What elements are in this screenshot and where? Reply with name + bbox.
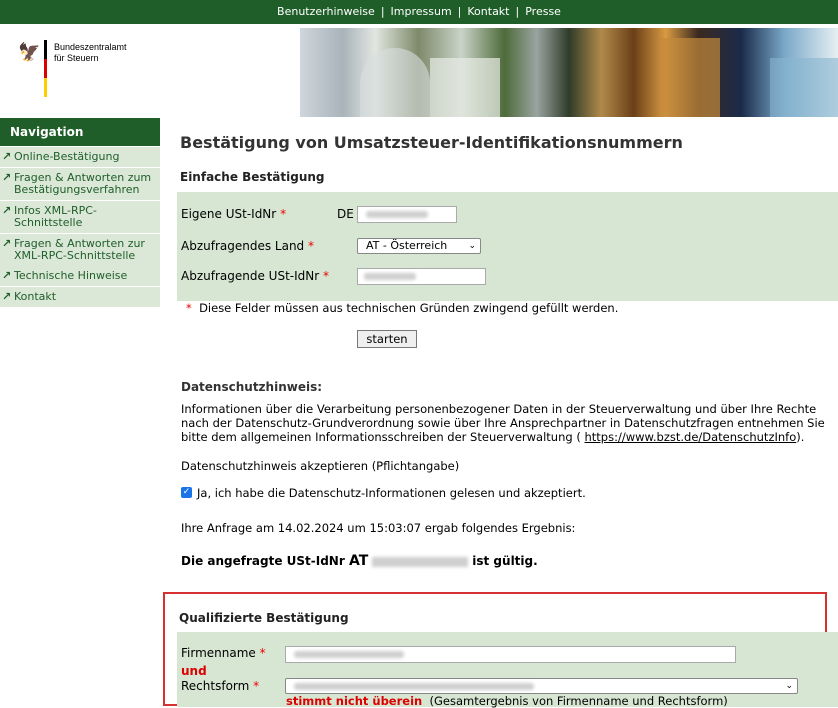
nav-item-technische-hinweise[interactable]: ↗ Technische Hinweise — [0, 266, 160, 287]
own-vat-prefix: DE — [337, 207, 354, 221]
arrow-icon: ↗ — [2, 290, 12, 303]
nav-item-faq-verfahren[interactable]: ↗ Fragen & Antworten zum Bestätigungsverfa… — [0, 168, 160, 201]
own-vat-label: Eigene USt-IdNr * — [181, 207, 287, 221]
link-presse[interactable]: Presse — [525, 5, 561, 18]
simple-confirmation-heading: Einfache Bestätigung — [180, 170, 325, 184]
arrow-icon: ↗ — [2, 269, 12, 282]
chevron-down-icon: ⌄ — [468, 241, 476, 251]
header-banner-image — [300, 28, 838, 117]
logo-text: Bundeszentralamt für Steuern — [54, 42, 127, 63]
link-benutzerhinweise[interactable]: Benutzerhinweise — [277, 5, 375, 18]
query-vat-input[interactable] — [357, 268, 486, 285]
own-vat-input[interactable] — [357, 206, 457, 223]
required-note: * Diese Felder müssen aus technischen Gr… — [186, 301, 619, 315]
und-label: und — [181, 664, 207, 678]
arrow-icon: ↗ — [2, 237, 12, 250]
start-button[interactable]: starten — [357, 330, 417, 348]
privacy-checkbox[interactable]: ✓ — [181, 487, 192, 498]
valid-result: Die angefragte USt-IdNr AT ist gültig. — [181, 553, 538, 569]
privacy-link[interactable]: https://www.bzst.de/DatenschutzInfo — [584, 430, 796, 444]
result-line: Ihre Anfrage am 14.02.2024 um 15:03:07 e… — [181, 521, 576, 535]
country-label: Abzufragendes Land * — [181, 239, 315, 253]
nav-item-online-bestaetigung[interactable]: ↗ Online-Bestätigung — [0, 147, 160, 168]
federal-eagle-icon: 🦅 — [18, 42, 41, 63]
link-impressum[interactable]: Impressum — [391, 5, 452, 18]
privacy-heading: Datenschutzhinweis: — [181, 380, 323, 394]
chevron-down-icon: ⌄ — [785, 681, 793, 691]
query-vat-label: Abzufragende USt-IdNr * — [181, 269, 329, 283]
arrow-icon: ↗ — [2, 204, 12, 217]
company-label: Firmenname * — [181, 646, 266, 660]
german-flag-icon — [44, 40, 47, 98]
page-title: Bestätigung von Umsatzsteuer-Identifikat… — [180, 133, 683, 152]
arrow-icon: ↗ — [2, 171, 12, 184]
nav-item-xml-rpc-infos[interactable]: ↗ Infos XML-RPC- Schnittstelle — [0, 201, 160, 234]
link-kontakt[interactable]: Kontakt — [467, 5, 509, 18]
arrow-icon: ↗ — [2, 150, 12, 163]
country-select[interactable]: AT - Österreich ⌄ — [357, 238, 481, 254]
qualified-confirmation-heading: Qualifizierte Bestätigung — [179, 611, 349, 625]
company-input[interactable] — [285, 646, 736, 663]
navigation-heading: Navigation — [0, 118, 160, 146]
legal-form-label: Rechtsform * — [181, 679, 260, 693]
top-links: Benutzerhinweise | Impressum | Kontakt | Press… — [277, 5, 561, 18]
mismatch-result: stimmt nicht überein (Gesamtergebnis von… — [286, 694, 728, 708]
nav-item-faq-xml-rpc[interactable]: ↗ Fragen & Antworten zur XML-RPC-Schnittst… — [0, 234, 160, 267]
privacy-accept-label: Datenschutzhinweis akzeptieren (Pflichta… — [181, 459, 460, 473]
privacy-text: Informationen über die Verarbeitung pers… — [181, 402, 825, 444]
nav-item-kontakt[interactable]: ↗ Kontakt — [0, 287, 160, 308]
privacy-checkbox-label: Ja, ich habe die Datenschutz-Information… — [197, 486, 586, 500]
legal-form-select[interactable]: ⌄ — [285, 678, 798, 694]
